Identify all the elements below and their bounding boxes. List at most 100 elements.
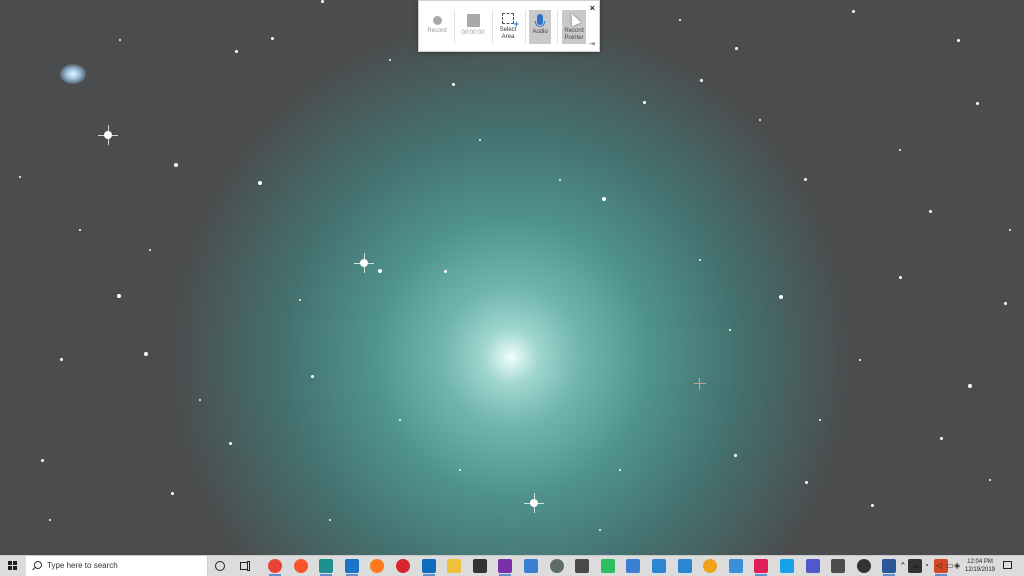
star: [199, 399, 201, 401]
task-view-icon[interactable]: [240, 561, 250, 571]
star: [299, 299, 301, 301]
separator: [525, 10, 526, 44]
pointer-icon: [566, 11, 582, 27]
people-icon[interactable]: [652, 559, 666, 573]
edge-icon[interactable]: [344, 559, 359, 576]
star: [804, 480, 808, 484]
teams-icon[interactable]: [805, 559, 820, 573]
search-bar[interactable]: Type here to search: [26, 556, 208, 576]
star: [729, 329, 731, 331]
battery-icon[interactable]: ▭: [946, 561, 954, 570]
evernote-icon[interactable]: [600, 559, 615, 573]
grid-app-icon[interactable]: [626, 559, 641, 573]
star: [734, 46, 738, 50]
star: [234, 49, 238, 53]
separator: [492, 10, 493, 44]
calculator-icon[interactable]: [831, 559, 846, 573]
star: [270, 36, 274, 40]
star: [939, 436, 943, 440]
star: [149, 249, 151, 251]
screen-recorder-toolbar: Record 00:00:00 Select Area Audio Record…: [418, 0, 600, 52]
star: [956, 38, 960, 42]
volume-icon[interactable]: ◁: [936, 561, 942, 570]
star: [642, 100, 646, 104]
checkmark-icon[interactable]: [677, 559, 692, 573]
star: [699, 259, 701, 261]
record-label: Record: [427, 28, 447, 34]
search-placeholder: Type here to search: [47, 561, 118, 570]
action-center-icon[interactable]: [1003, 561, 1012, 569]
star: [443, 269, 447, 273]
clock[interactable]: 12:04 PM 12/19/2019: [960, 558, 1000, 574]
star: [59, 357, 63, 361]
firefox-icon[interactable]: [370, 559, 385, 573]
app-circle-icon[interactable]: [549, 559, 564, 573]
separator: [454, 10, 455, 44]
stop-button[interactable]: 00:00:00: [457, 9, 489, 45]
star: [49, 519, 51, 521]
star: [459, 469, 461, 471]
taskbar: Type here to search ^ ☁ ◔ ◁ ▭ ◈ 12:04 PM…: [0, 555, 1024, 576]
audio-label: Audio: [532, 29, 548, 35]
audio-toggle[interactable]: Audio: [529, 10, 551, 44]
word-icon[interactable]: [882, 559, 897, 576]
star: [975, 101, 979, 105]
opera-icon[interactable]: [396, 559, 410, 573]
star: [79, 229, 81, 231]
star: [258, 181, 262, 185]
star: [378, 269, 382, 273]
cortana-icon[interactable]: [215, 561, 225, 571]
star: [1009, 229, 1011, 231]
obs-icon[interactable]: [856, 559, 871, 573]
timer-display: 00:00:00: [461, 30, 485, 36]
star: [899, 149, 901, 151]
star: [320, 0, 324, 3]
star: [679, 19, 681, 21]
blue-square-icon[interactable]: [728, 559, 743, 573]
windows-logo-icon: [8, 561, 18, 571]
star: [559, 179, 561, 181]
star: [733, 453, 737, 457]
coin-icon[interactable]: [703, 559, 718, 573]
skype-icon[interactable]: [780, 559, 794, 573]
star-spike: [363, 253, 365, 273]
star: [329, 519, 331, 521]
star: [479, 139, 481, 141]
separator: [557, 10, 558, 44]
notion-icon[interactable]: [524, 559, 538, 573]
select-area-label: Select Area: [499, 27, 517, 40]
galaxy-blob: [60, 64, 86, 84]
edge-dev-icon[interactable]: [319, 559, 334, 576]
start-button[interactable]: [0, 556, 26, 576]
stop-icon: [466, 14, 480, 27]
star-spike: [533, 493, 535, 513]
star-spike: [107, 125, 109, 145]
onenote-icon[interactable]: [498, 559, 513, 576]
record-button[interactable]: Record: [423, 9, 451, 45]
star: [819, 419, 821, 421]
microphone-icon: [535, 14, 545, 27]
close-icon[interactable]: ×: [590, 3, 595, 13]
crosshair-cursor-icon: [694, 378, 706, 390]
star: [803, 177, 807, 181]
star: [451, 82, 455, 86]
pin-icon[interactable]: ⇥: [589, 40, 595, 48]
cloud-icon[interactable]: ☁: [912, 561, 920, 570]
select-area-button[interactable]: Select Area: [495, 9, 521, 45]
brave-icon[interactable]: [293, 559, 308, 573]
star: [989, 479, 991, 481]
sticky-icon[interactable]: [575, 559, 590, 573]
star: [759, 119, 761, 121]
show-hidden-icons-chevron[interactable]: ^: [901, 561, 905, 570]
wifi-icon[interactable]: ◔: [924, 561, 929, 570]
slack-icon[interactable]: [754, 559, 769, 576]
star: [119, 39, 121, 41]
star: [870, 503, 874, 507]
record-pointer-toggle[interactable]: Record Pointer: [562, 10, 586, 44]
store-icon[interactable]: [472, 559, 487, 573]
star: [228, 441, 232, 445]
file-explorer-icon[interactable]: [447, 559, 462, 573]
star: [19, 176, 21, 178]
chrome-icon[interactable]: [268, 559, 282, 576]
outlook-icon[interactable]: [421, 559, 436, 576]
